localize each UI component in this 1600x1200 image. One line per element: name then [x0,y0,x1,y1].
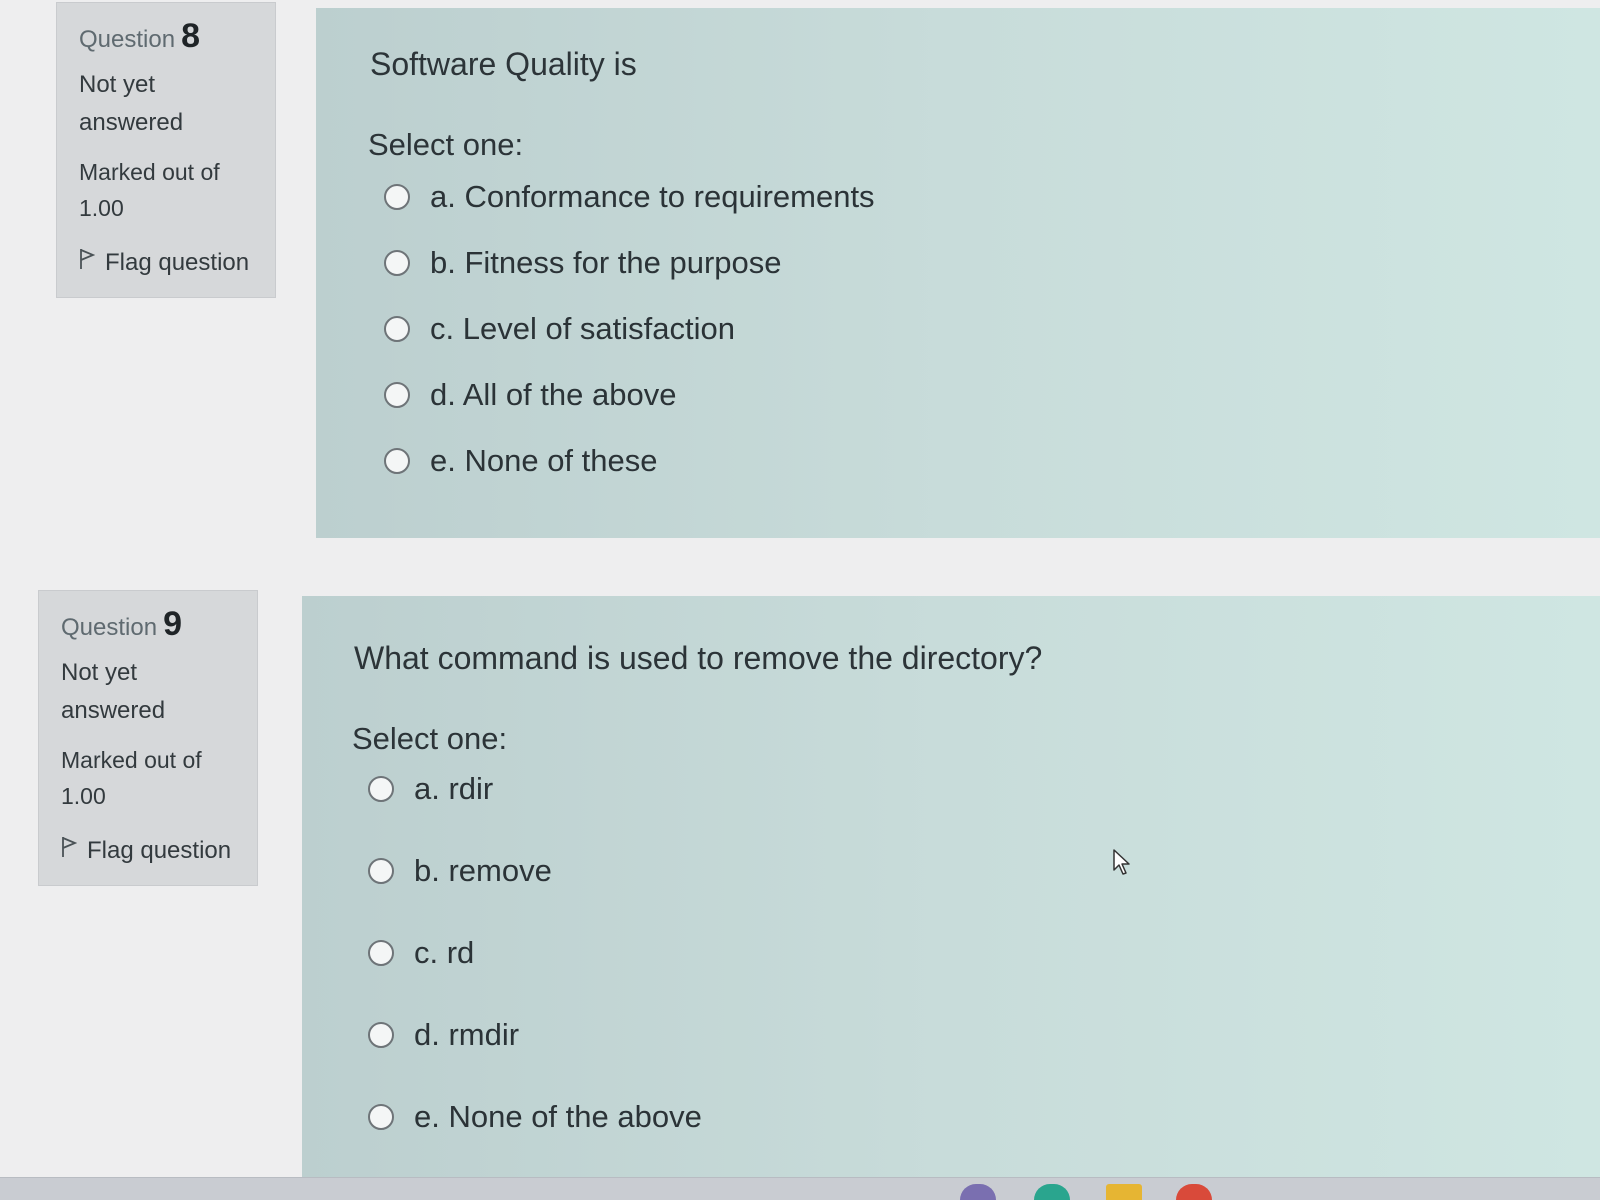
flag-question-label: Flag question [105,248,250,276]
answer-option-b[interactable]: b. remove [368,853,1560,889]
option-label: b. Fitness for the purpose [430,245,782,280]
option-label: a. Conformance to requirements [430,179,875,214]
mark-line-2: 1.00 [61,783,106,809]
answer-option-d[interactable]: d. All of the above [384,377,1560,413]
answer-options: a. Conformance to requirements b. Fitnes… [384,179,1560,479]
question-text: What command is used to remove the direc… [354,640,1043,676]
mark-line-1: Marked out of [61,747,202,773]
radio-button[interactable] [368,1104,394,1130]
flag-icon [79,248,105,277]
flag-icon [61,836,87,865]
answer-option-d[interactable]: d. rmdir [368,1017,1560,1053]
answer-option-e[interactable]: e. None of the above [368,1099,1560,1135]
option-label: d. All of the above [430,377,677,412]
radio-button[interactable] [368,776,394,802]
folder-icon[interactable] [1106,1184,1142,1200]
edge-icon[interactable] [1034,1184,1070,1200]
question-label: Question [79,26,176,53]
question-9-header: Question 9 [61,605,235,644]
question-number: 8 [181,17,200,55]
radio-button[interactable] [384,184,410,210]
option-label: c. Level of satisfaction [430,311,735,346]
flag-question-label: Flag question [87,836,232,864]
question-8-content: Software Quality is Select one: a. Confo… [316,8,1600,538]
question-text: Software Quality is [370,46,637,82]
flag-question-link[interactable]: Flag question [79,248,253,277]
answer-option-e[interactable]: e. None of these [384,443,1560,479]
question-label: Question [61,614,158,641]
option-label: e. None of the above [414,1099,702,1134]
question-grade: Marked out of 1.00 [61,742,235,814]
answer-options: a. rdir b. remove c. rd d. rmdir e. None… [368,771,1560,1135]
radio-button[interactable] [368,1022,394,1048]
flag-question-link[interactable]: Flag question [61,836,235,865]
state-line-1: Not yet [79,71,156,98]
radio-button[interactable] [384,448,410,474]
question-grade: Marked out of 1.00 [79,154,253,226]
question-9-info: Question 9 Not yet answered Marked out of… [38,590,258,886]
radio-button[interactable] [368,940,394,966]
question-8-header: Question 8 [79,17,253,56]
option-label: a. rdir [414,771,494,806]
radio-button[interactable] [384,382,410,408]
question-state: Not yet answered [61,654,235,730]
chrome-icon[interactable] [1176,1184,1212,1200]
option-label: d. rmdir [414,1017,520,1052]
mark-line-1: Marked out of [79,159,220,185]
radio-button[interactable] [368,858,394,884]
state-line-2: answered [61,697,166,724]
answer-option-c[interactable]: c. Level of satisfaction [384,311,1560,347]
radio-button[interactable] [384,316,410,342]
question-state: Not yet answered [79,66,253,142]
answer-option-c[interactable]: c. rd [368,935,1560,971]
app-icon[interactable] [960,1184,996,1200]
select-one-prompt: Select one: [368,127,524,162]
mark-line-2: 1.00 [79,195,124,221]
answer-option-a[interactable]: a. Conformance to requirements [384,179,1560,215]
radio-button[interactable] [384,250,410,276]
state-line-2: answered [79,109,184,136]
option-label: c. rd [414,935,475,970]
mouse-pointer-icon [1112,848,1136,883]
question-8-info: Question 8 Not yet answered Marked out of… [56,2,276,298]
question-9-content: What command is used to remove the direc… [302,596,1600,1178]
select-one-prompt: Select one: [352,721,508,756]
option-label: e. None of these [430,443,658,478]
option-label: b. remove [414,853,552,888]
answer-option-a[interactable]: a. rdir [368,771,1560,807]
taskbar [0,1177,1600,1200]
question-number: 9 [163,605,182,643]
answer-option-b[interactable]: b. Fitness for the purpose [384,245,1560,281]
state-line-1: Not yet [61,659,138,686]
